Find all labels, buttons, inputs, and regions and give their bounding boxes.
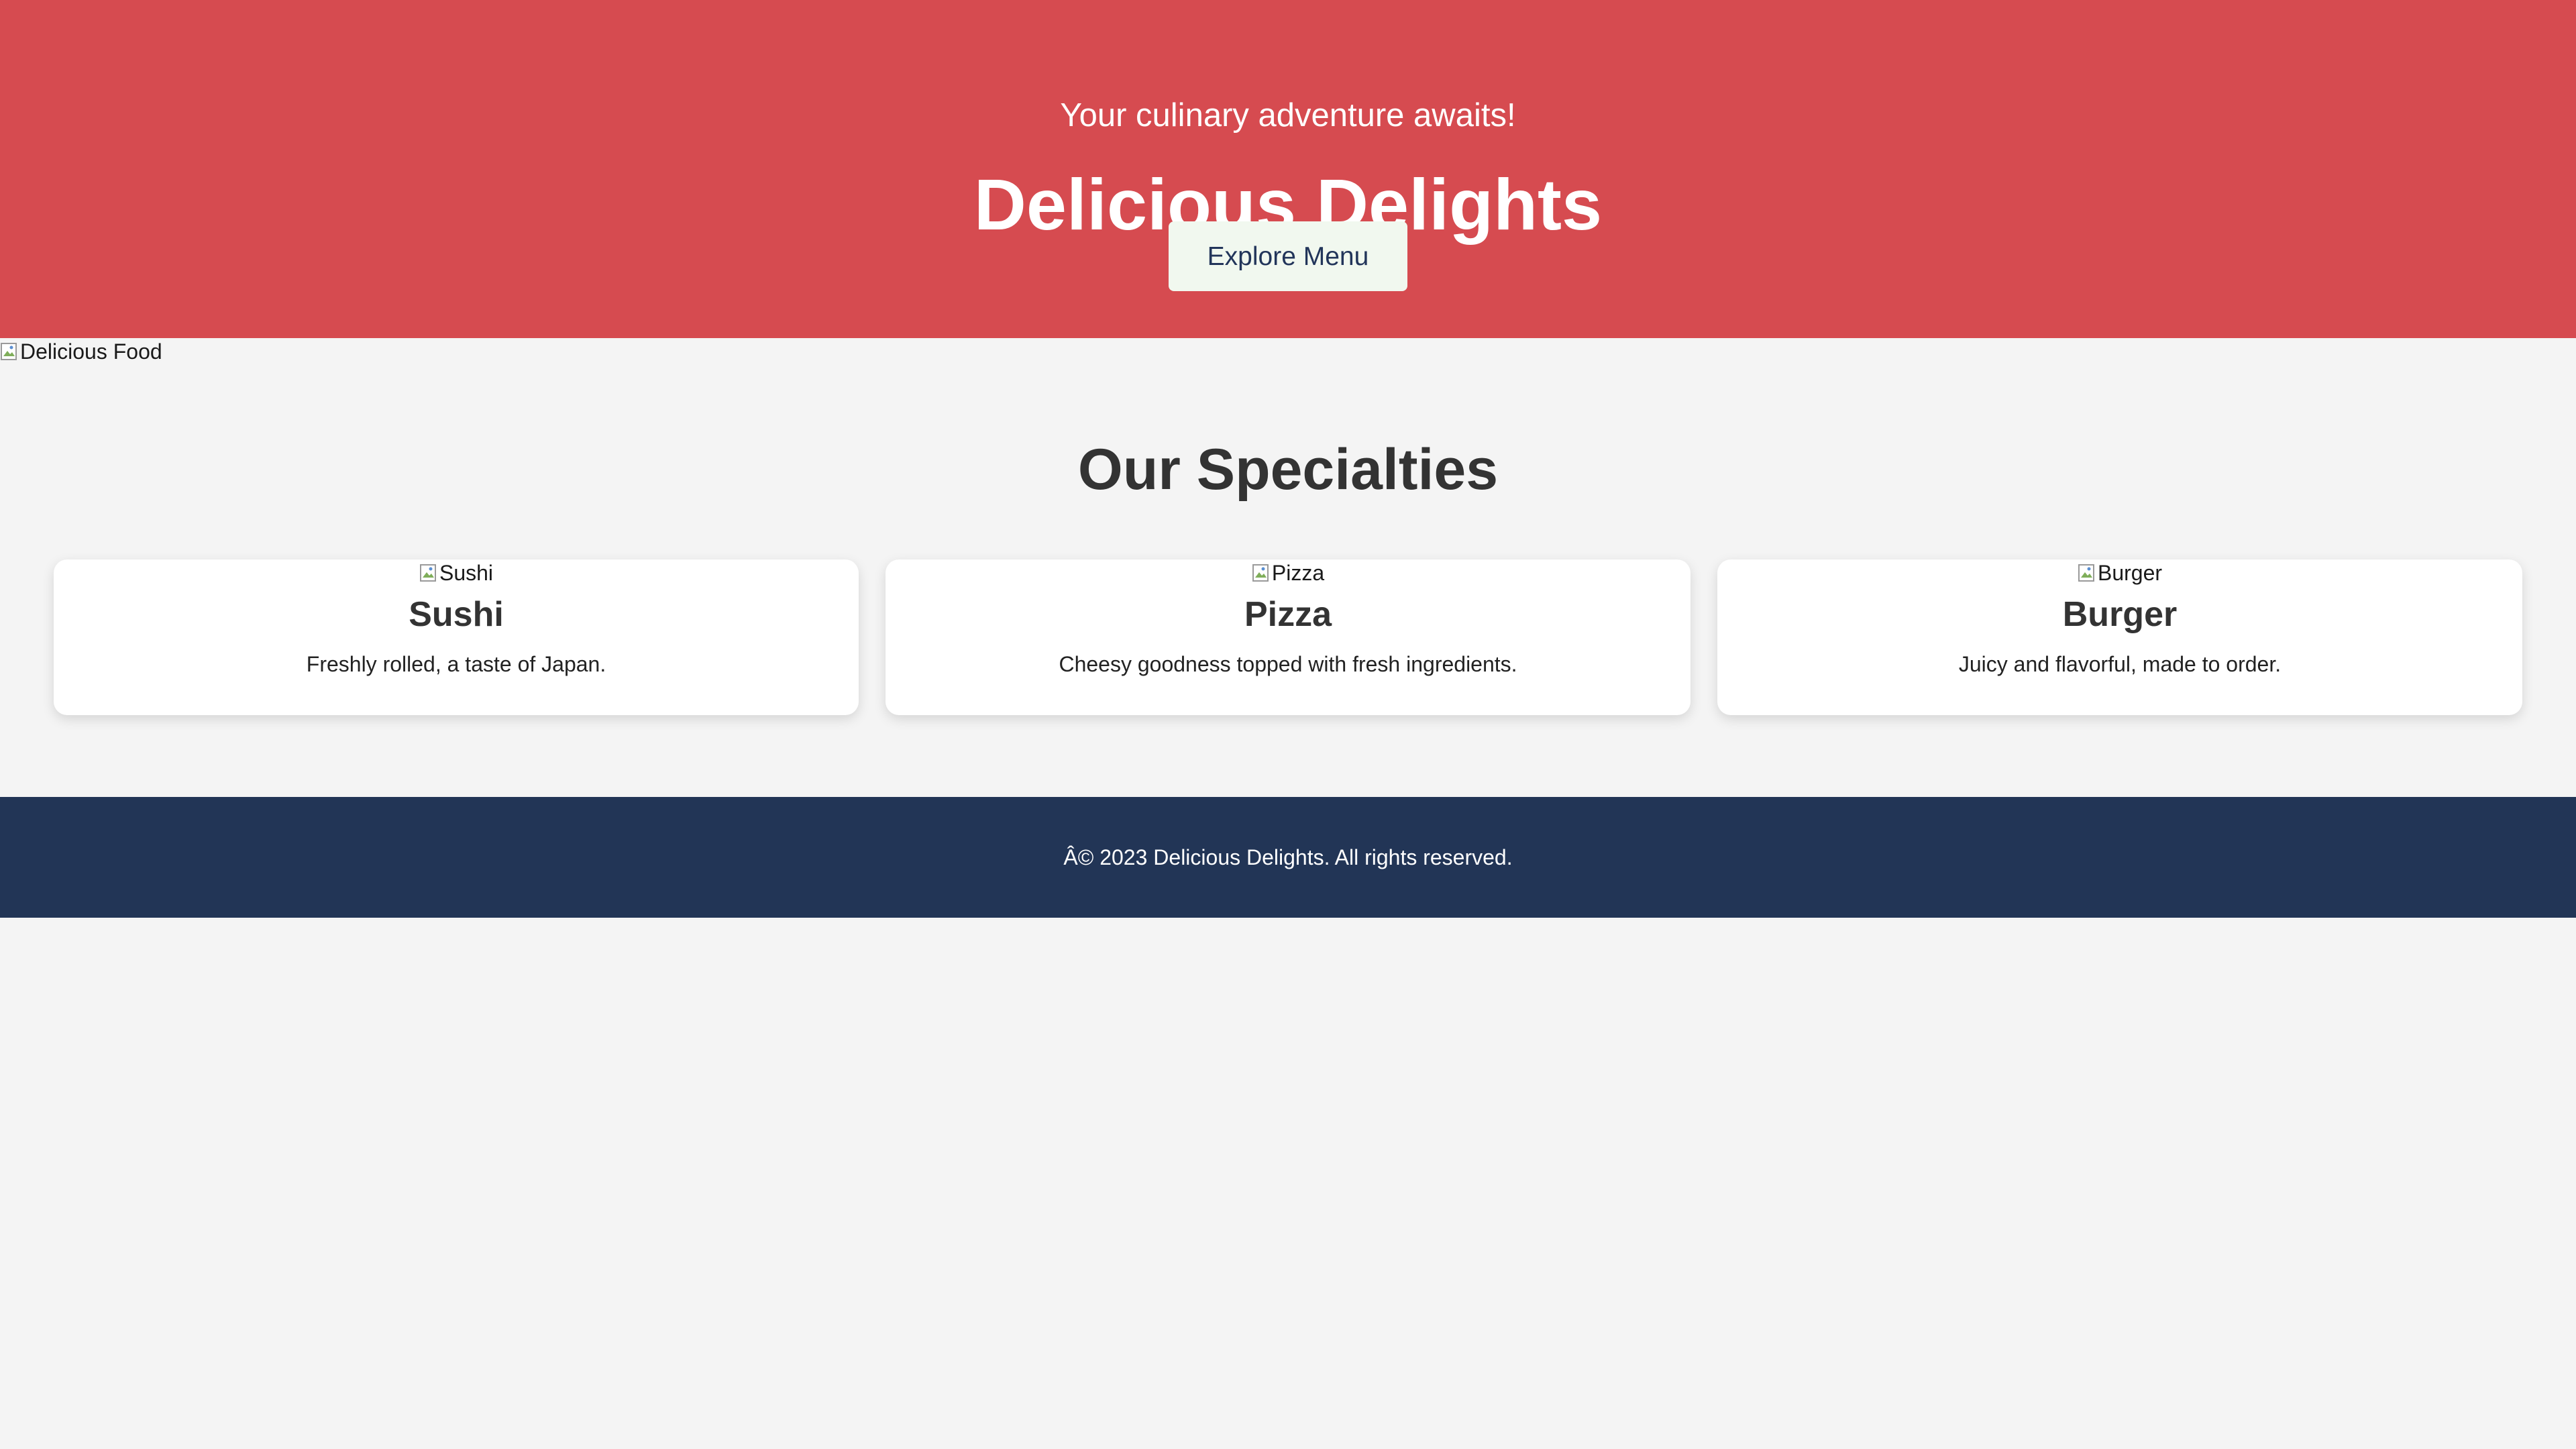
specialty-description: Juicy and flavorful, made to order. [1958, 652, 2282, 676]
hero-tagline: Your culinary adventure awaits! [1060, 97, 1516, 133]
specialty-name: Sushi [409, 595, 504, 634]
pizza-image-alt: Pizza [1271, 560, 1325, 585]
specialty-card-sushi: Sushi Sushi Freshly rolled, a taste of J… [54, 559, 859, 715]
specialty-card-pizza: Pizza Pizza Cheesy goodness topped with … [885, 559, 1690, 715]
burger-image-alt: Burger [2097, 560, 2163, 585]
specialty-description: Freshly rolled, a taste of Japan. [306, 652, 606, 676]
pizza-image: Pizza [885, 559, 1690, 586]
sushi-image-alt: Sushi [439, 560, 494, 585]
specialty-name: Pizza [1244, 595, 1332, 634]
specialty-card-burger: Burger Burger Juicy and flavorful, made … [1717, 559, 2522, 715]
specialty-name: Burger [2062, 595, 2178, 634]
explore-menu-button[interactable]: Explore Menu [1169, 221, 1407, 291]
specialty-description: Cheesy goodness topped with fresh ingred… [1059, 652, 1517, 676]
sushi-image: Sushi [54, 559, 859, 586]
hero-image: Delicious Food [0, 338, 162, 365]
copyright-text: Â© 2023 Delicious Delights. All rights r… [1063, 845, 1513, 869]
broken-image-icon [419, 564, 436, 582]
broken-image-icon [1, 343, 17, 360]
site-footer: Â© 2023 Delicious Delights. All rights r… [0, 797, 2576, 918]
hero-banner: Your culinary adventure awaits! Deliciou… [0, 0, 2576, 338]
burger-image: Burger [1717, 559, 2522, 586]
specialties-heading: Our Specialties [1077, 437, 1499, 502]
broken-image-icon [2078, 564, 2094, 582]
hero-image-alt: Delicious Food [20, 339, 162, 364]
broken-image-icon [1252, 564, 1269, 582]
